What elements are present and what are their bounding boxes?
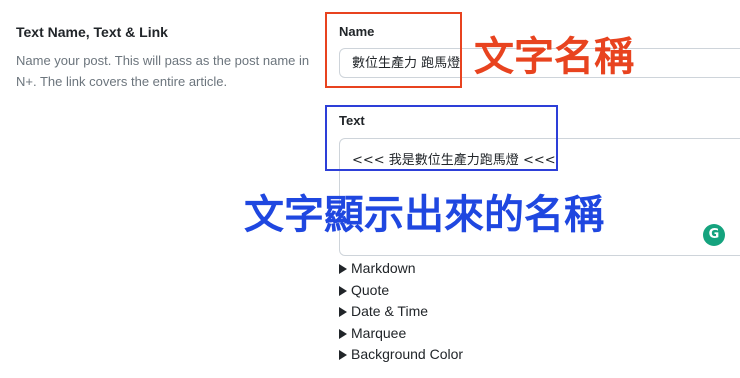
- details-label: Date & Time: [351, 303, 429, 319]
- name-annotation: 文字名稱: [474, 34, 634, 80]
- text-highlight-box: [325, 105, 558, 171]
- details-label: Background Color: [351, 346, 464, 362]
- details-marquee[interactable]: Marquee: [339, 323, 463, 345]
- details-label: Markdown: [351, 260, 416, 276]
- disclosure-triangle-icon: [339, 307, 347, 317]
- section-title: Text Name, Text & Link: [16, 24, 168, 40]
- details-label: Marquee: [351, 324, 407, 341]
- details-quote[interactable]: Quote: [339, 280, 463, 302]
- disclosure-triangle-icon: [339, 285, 347, 296]
- name-highlight-box: [325, 12, 462, 88]
- disclosure-triangle-icon: [339, 264, 347, 274]
- details-list: Markdown Quote Date & Time Marquee Backg…: [339, 258, 463, 366]
- section-description: Name your post. This will pass as the po…: [16, 53, 310, 89]
- details-label: Quote: [351, 281, 390, 298]
- details-background-color[interactable]: Background Color: [339, 344, 463, 366]
- text-annotation: 文字顯示出來的名稱: [244, 192, 604, 238]
- disclosure-triangle-icon: [339, 350, 347, 360]
- disclosure-triangle-icon: [339, 328, 347, 339]
- grammarly-icon[interactable]: G: [703, 224, 725, 246]
- details-markdown[interactable]: Markdown: [339, 258, 463, 280]
- details-date-time[interactable]: Date & Time: [339, 301, 463, 323]
- page: Text Name, Text & Link Name your post. T…: [0, 0, 740, 378]
